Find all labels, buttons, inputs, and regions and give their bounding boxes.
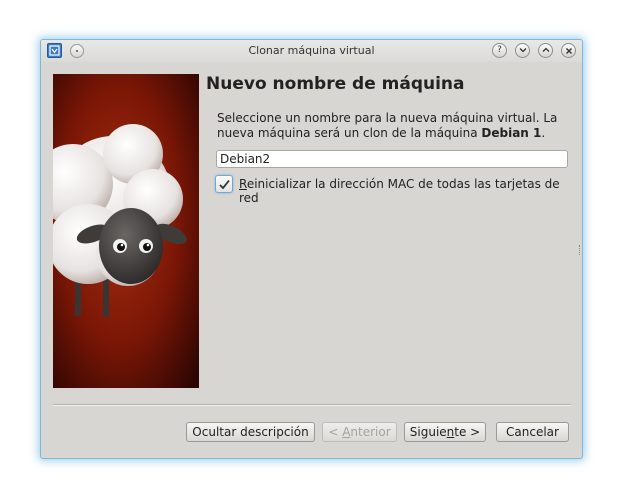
hide-description-button[interactable]: Ocultar descripción	[186, 422, 315, 442]
next-button[interactable]: Siguiente >	[404, 422, 486, 442]
description-suffix: .	[541, 126, 546, 140]
page-title: Nuevo nombre de máquina	[206, 74, 465, 94]
source-vm-name: Debian 1	[481, 126, 542, 140]
wizard-banner-image	[53, 74, 199, 388]
clone-vm-dialog: Clonar máquina virtual ? Nuevo nombre de…	[40, 39, 583, 459]
maximize-icon[interactable]	[538, 43, 553, 58]
reinit-mac-label-text: einicializar la dirección MAC de todas l…	[239, 177, 560, 205]
checkmark-icon	[219, 179, 230, 190]
back-button[interactable]: < Anterior	[322, 422, 397, 442]
reinit-mac-mnemonic: R	[239, 177, 247, 191]
back-prefix: <	[328, 425, 343, 439]
title-bar[interactable]: Clonar máquina virtual ?	[41, 40, 582, 62]
page-description: Seleccione un nombre para la nueva máqui…	[217, 111, 573, 141]
next-prefix: Siguie	[409, 425, 447, 439]
cancel-button[interactable]: Cancelar	[496, 422, 569, 442]
help-icon[interactable]: ?	[492, 43, 507, 58]
reinit-mac-checkbox[interactable]	[215, 175, 233, 193]
next-rest: te >	[454, 425, 481, 439]
close-icon[interactable]	[561, 43, 576, 58]
splitter-handle[interactable]	[579, 245, 582, 255]
vm-name-input[interactable]	[216, 150, 568, 168]
help-glyph: ?	[497, 45, 502, 55]
reinit-mac-label[interactable]: Reinicializar la dirección MAC de todas …	[239, 177, 582, 205]
button-separator	[53, 404, 571, 406]
back-rest: nterior	[350, 425, 391, 439]
minimize-icon[interactable]	[515, 43, 530, 58]
